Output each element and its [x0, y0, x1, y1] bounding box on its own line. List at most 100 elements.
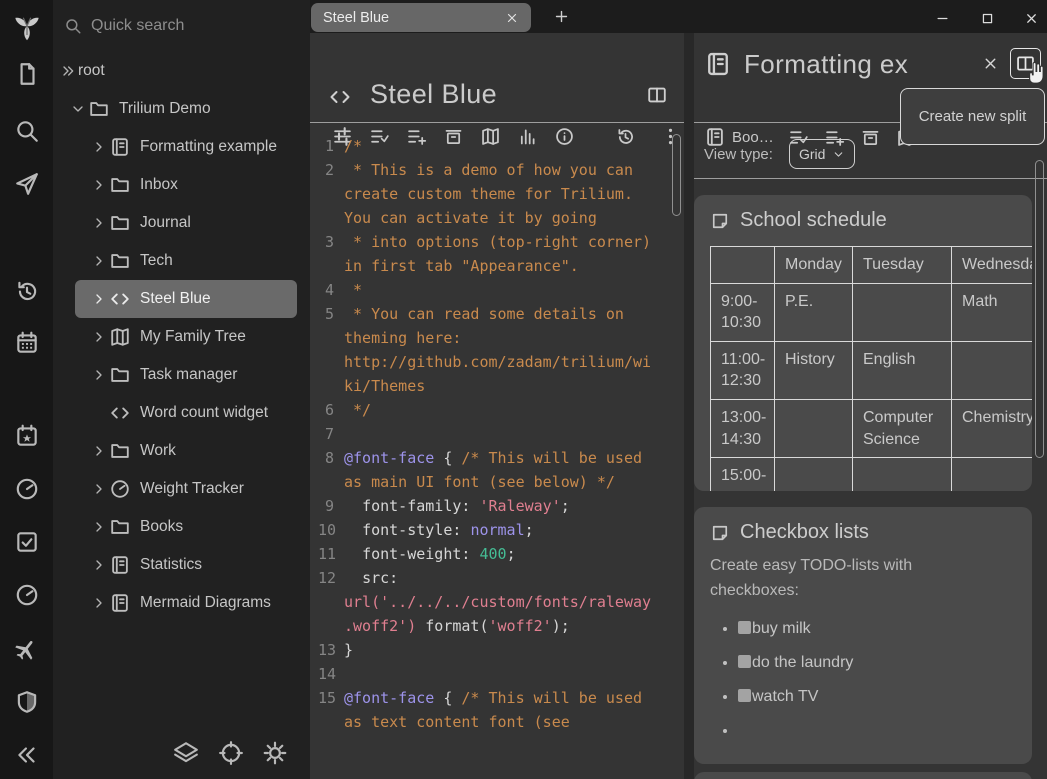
- note-title[interactable]: Steel Blue: [370, 79, 497, 110]
- history-icon[interactable]: [14, 278, 40, 304]
- tree-item-label: Tech: [140, 252, 173, 270]
- code-line: 5 * You can read some details on theming…: [318, 302, 674, 398]
- tree-item-statistics[interactable]: Statistics: [53, 546, 310, 584]
- close-window-button[interactable]: [1024, 11, 1039, 26]
- chevron-right-icon[interactable]: [89, 215, 109, 231]
- card-school-schedule: School schedule MondayTuesdayWednesday9:…: [694, 195, 1032, 491]
- shield-icon[interactable]: [14, 689, 40, 715]
- tree-item-mermaid-diagrams[interactable]: Mermaid Diagrams: [53, 584, 310, 622]
- chevron-right-icon[interactable]: [89, 443, 109, 459]
- note-card-icon: [710, 211, 730, 231]
- note-card-icon: [710, 523, 730, 543]
- calendar-icon[interactable]: [14, 330, 40, 356]
- chevron-down-icon[interactable]: [68, 101, 88, 117]
- folder-icon: [109, 440, 131, 462]
- tree-item-label: Journal: [140, 214, 191, 232]
- calendar-star-icon[interactable]: [14, 423, 40, 449]
- note-tree-panel: Quick search rootTrilium Demo Formatting …: [53, 0, 310, 779]
- gauge-icon: [109, 478, 131, 500]
- checkbox[interactable]: [738, 689, 751, 702]
- code-line: 2 * This is a demo of how you can create…: [318, 158, 674, 230]
- basket-icon[interactable]: [860, 127, 881, 148]
- tree-item-tech[interactable]: Tech: [53, 242, 310, 280]
- book-note-icon: [704, 50, 732, 78]
- card-checkbox-lists: Checkbox lists Create easy TODO-lists wi…: [694, 507, 1032, 764]
- todo-label: buy milk: [752, 620, 811, 637]
- card-title-checkbox-lists[interactable]: Checkbox lists: [710, 521, 1016, 544]
- view-type-divider: [694, 178, 1047, 179]
- schedule-cell: English: [853, 341, 952, 399]
- minimize-button[interactable]: [935, 11, 950, 26]
- tree-item-journal[interactable]: Journal: [53, 204, 310, 242]
- card-partial: [694, 772, 1032, 779]
- checkbox[interactable]: [738, 655, 751, 668]
- new-tab-button[interactable]: [553, 8, 570, 25]
- folder-icon: [109, 516, 131, 538]
- line-number: 13: [318, 638, 344, 662]
- tree-item-inbox[interactable]: Inbox: [53, 166, 310, 204]
- book-view-cards: School schedule MondayTuesdayWednesday9:…: [694, 195, 1032, 779]
- card-title-school-schedule[interactable]: School schedule: [710, 209, 1016, 232]
- tree-item-task-manager[interactable]: Task manager: [53, 356, 310, 394]
- search-icon[interactable]: [14, 118, 40, 144]
- code-editor[interactable]: 1/*2 * This is a demo of how you can cre…: [318, 134, 674, 779]
- tree-item-label: Formatting example: [140, 138, 277, 156]
- tab-close-icon[interactable]: [505, 11, 519, 25]
- schedule-row: 15:00-: [711, 458, 1033, 491]
- schedule-row: 11:00-12:30HistoryEnglish: [711, 341, 1033, 399]
- flight-icon[interactable]: [14, 636, 40, 662]
- send-icon[interactable]: [14, 171, 40, 197]
- collapse-left-icon[interactable]: [14, 742, 40, 768]
- card-title-text: School schedule: [740, 209, 887, 232]
- tasks-icon[interactable]: [14, 529, 40, 555]
- chevron-right-icon[interactable]: [89, 177, 109, 193]
- tree-item-formatting-example[interactable]: Formatting example: [53, 128, 310, 166]
- schedule-cell: 13:00-14:30: [711, 399, 775, 457]
- chevron-right-icon[interactable]: [89, 519, 109, 535]
- tree-item-my-family-tree[interactable]: My Family Tree: [53, 318, 310, 356]
- quick-search-input[interactable]: Quick search: [53, 0, 310, 52]
- tree-item-trilium-demo[interactable]: Trilium Demo: [53, 90, 310, 128]
- view-type-select[interactable]: Grid: [789, 139, 855, 169]
- crosshair-icon[interactable]: [218, 740, 244, 766]
- tree-item-books[interactable]: Books: [53, 508, 310, 546]
- chevron-right-icon[interactable]: [89, 367, 109, 383]
- chevron-right-icon[interactable]: [89, 329, 109, 345]
- panel-scrollbar-thumb[interactable]: [1035, 160, 1044, 458]
- tree-item-label: Word count widget: [140, 404, 268, 422]
- note-icon[interactable]: [14, 61, 40, 87]
- checkbox[interactable]: [738, 621, 751, 634]
- gauge-icon[interactable]: [14, 476, 40, 502]
- create-split-button[interactable]: [646, 84, 668, 106]
- chevron-right-icon[interactable]: [89, 291, 109, 307]
- tree-item-work[interactable]: Work: [53, 432, 310, 470]
- close-split-icon[interactable]: [982, 55, 999, 72]
- chevron-right-icon[interactable]: [89, 595, 109, 611]
- chevron-right-icon[interactable]: [89, 139, 109, 155]
- chevron-right-icon[interactable]: [89, 557, 109, 573]
- chevron-right-icon[interactable]: [89, 253, 109, 269]
- maximize-button[interactable]: [980, 11, 995, 26]
- schedule-cell: 9:00-10:30: [711, 283, 775, 341]
- cursor-hand-pointer: [1024, 59, 1047, 86]
- tab-bar: Steel Blue: [310, 0, 1047, 33]
- chevron-double-right-icon[interactable]: [58, 63, 78, 79]
- schedule-col-header: [711, 247, 775, 284]
- code-icon: [109, 288, 131, 310]
- tree-item-label: Inbox: [140, 176, 178, 194]
- tree-item-word-count-widget[interactable]: Word count widget: [53, 394, 310, 432]
- editor-scrollbar-thumb[interactable]: [672, 134, 681, 216]
- layers-icon[interactable]: [173, 740, 199, 766]
- tree-item-label: Work: [140, 442, 176, 460]
- schedule-cell: History: [775, 341, 853, 399]
- tree-item-steel-blue[interactable]: Steel Blue: [75, 280, 297, 318]
- tree-item-root[interactable]: root: [53, 52, 310, 90]
- note-title-right[interactable]: Formatting ex: [744, 49, 908, 80]
- tree-item-weight-tracker[interactable]: Weight Tracker: [53, 470, 310, 508]
- checkbox-intro-text: Create easy TODO-lists with checkboxes:: [710, 554, 1000, 604]
- tree-item-label: Mermaid Diagrams: [140, 594, 271, 612]
- gauge-icon[interactable]: [14, 582, 40, 608]
- chevron-right-icon[interactable]: [89, 481, 109, 497]
- tab-steel-blue[interactable]: Steel Blue: [311, 3, 531, 32]
- gear-icon[interactable]: [262, 740, 288, 766]
